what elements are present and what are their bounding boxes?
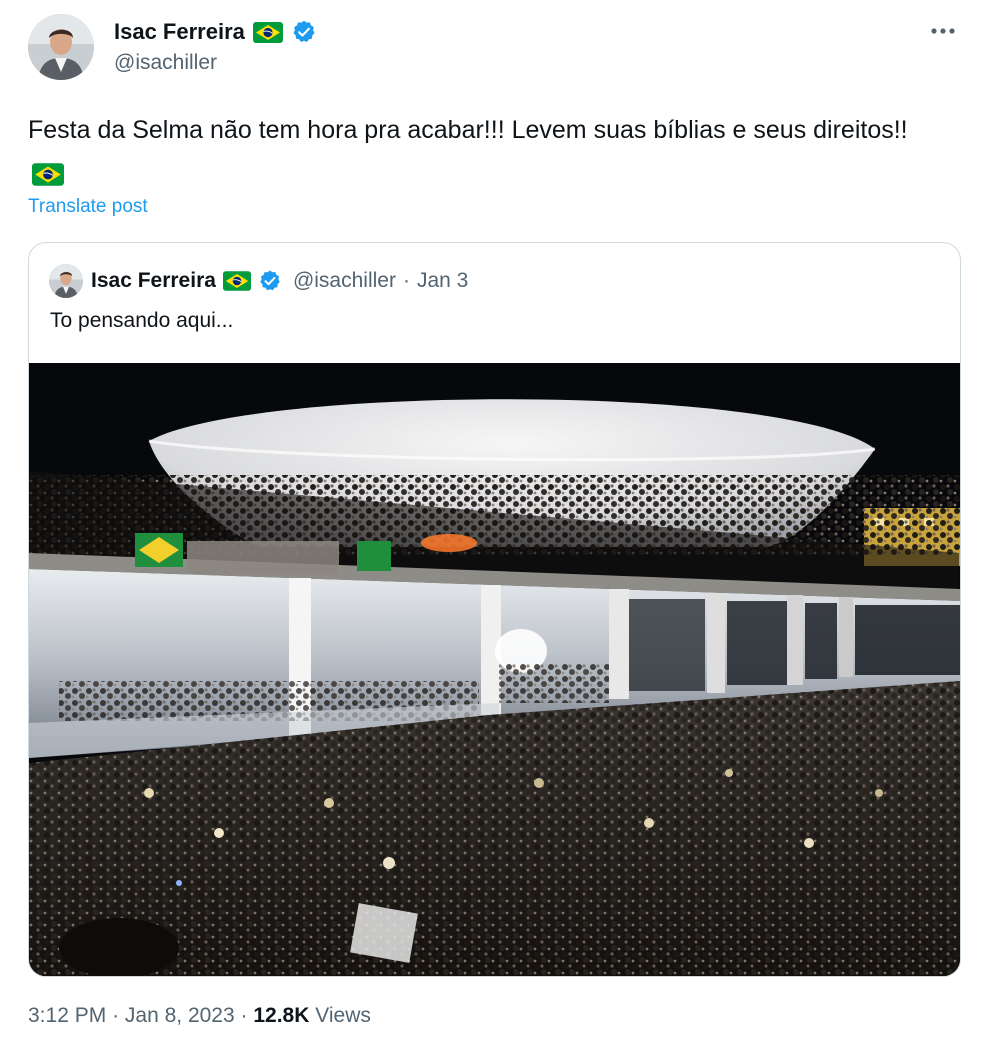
quoted-author-name[interactable]: Isac Ferreira [91,269,216,293]
views-count[interactable]: 12.8K [253,1004,309,1027]
quoted-header: Isac Ferreira @isachiller · Jan 3 [91,265,468,297]
quoted-text: To pensando aqui... [50,309,234,332]
post-time[interactable]: 3:12 PM [28,1004,106,1027]
post-text: Festa da Selma não tem hora pra acabar!!… [28,110,948,190]
quoted-post-photo[interactable] [29,363,960,976]
quoted-date[interactable]: Jan 3 [417,269,468,293]
verified-badge-icon[interactable] [258,269,282,293]
views-label: Views [315,1004,371,1027]
tweet: Isac Ferreira @isachiller Festa da Selma… [0,0,984,1063]
quoted-post[interactable]: Isac Ferreira @isachiller · Jan 3 To pen… [28,242,961,977]
brazil-flag-icon [32,158,64,186]
brazil-flag-icon [222,271,251,291]
quoted-author-avatar[interactable] [49,264,83,298]
post-text-content: Festa da Selma não tem hora pra acabar!!… [28,116,908,144]
meta-separator: · [112,1004,120,1027]
author-handle[interactable]: @isachiller [114,51,217,75]
verified-badge-icon[interactable] [291,19,317,45]
post-date[interactable]: Jan 8, 2023 [125,1004,235,1027]
post-meta: 3:12 PM · Jan 8, 2023 · 12.8K Views [28,1004,371,1028]
translate-post-link[interactable]: Translate post [28,196,148,218]
quoted-author-handle[interactable]: @isachiller [293,269,396,293]
quoted-separator: · [402,269,410,292]
meta-separator: · [240,1004,248,1027]
author-name-row: Isac Ferreira [114,17,317,47]
brazil-flag-icon [252,21,283,43]
author-avatar[interactable] [28,14,94,80]
author-name[interactable]: Isac Ferreira [114,19,245,45]
more-horizontal-icon[interactable] [926,16,960,46]
